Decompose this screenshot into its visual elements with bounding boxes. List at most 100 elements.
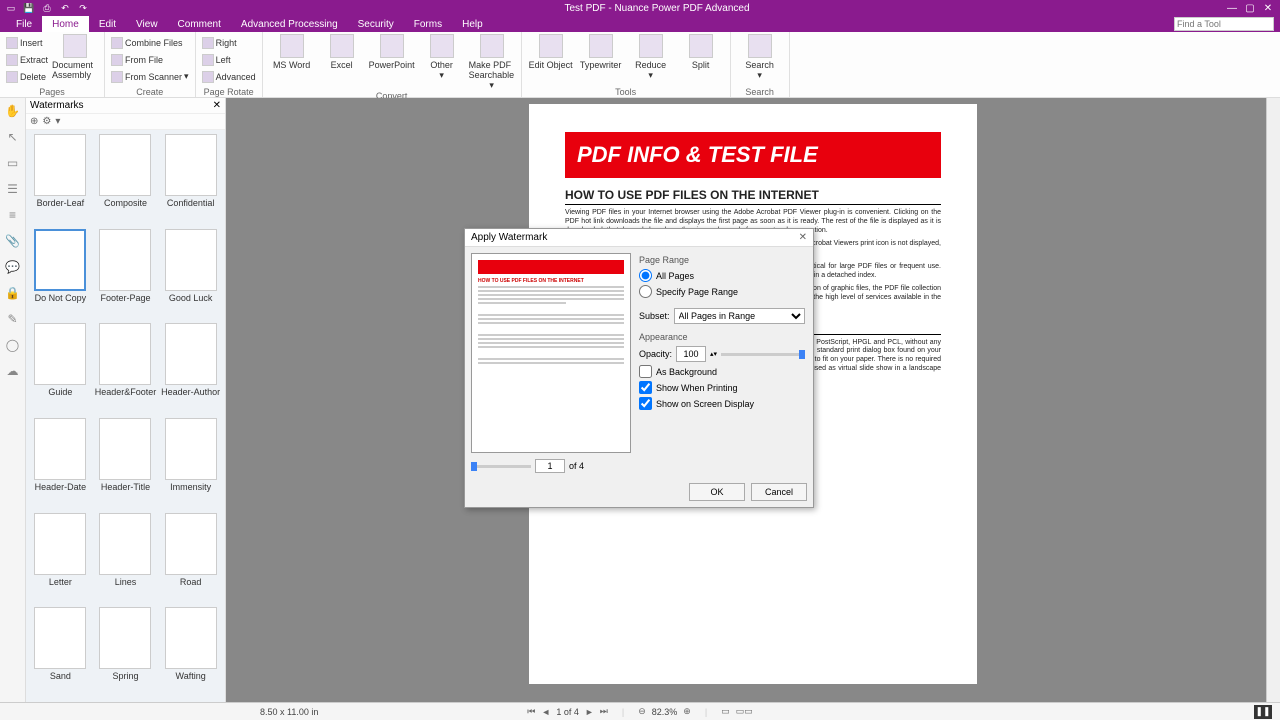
watermark-item[interactable]: Header-Title (95, 418, 157, 509)
save-icon[interactable]: 💾 (22, 1, 36, 15)
watermark-item[interactable]: Footer-Page (95, 229, 157, 320)
tab-forms[interactable]: Forms (404, 16, 452, 32)
appearance-label: Appearance (639, 332, 805, 342)
undo-icon[interactable]: ↶ (58, 1, 72, 15)
rotate-right-button[interactable]: Right (202, 34, 256, 51)
insert-button[interactable]: Insert (6, 34, 48, 51)
minimize-icon[interactable]: — (1224, 1, 1240, 15)
watermark-item[interactable]: Immensity (160, 418, 221, 509)
prev-page-icon[interactable]: ◄ (541, 707, 550, 717)
tab-help[interactable]: Help (452, 16, 493, 32)
next-page-icon[interactable]: ► (585, 707, 594, 717)
attach-icon[interactable]: 📎 (4, 232, 22, 250)
group-label: Page Rotate (202, 87, 256, 97)
rotate-left-button[interactable]: Left (202, 51, 256, 68)
specify-range-radio[interactable] (639, 285, 652, 298)
chevron-down-icon[interactable]: ▾ (55, 116, 60, 127)
zoom-out-icon[interactable]: ⊖ (638, 706, 646, 717)
first-page-icon[interactable]: ⏮ (527, 706, 535, 717)
watermark-item[interactable]: Do Not Copy (30, 229, 91, 320)
from-file-button[interactable]: From File (111, 51, 189, 68)
zoom-in-icon[interactable]: ⊕ (683, 706, 691, 717)
signature-icon[interactable]: ✎ (4, 310, 22, 328)
tab-advanced[interactable]: Advanced Processing (231, 16, 348, 32)
watermark-item[interactable]: Spring (95, 607, 157, 698)
searchable-button[interactable]: Make PDF Searchable ▾ (469, 34, 515, 91)
tab-home[interactable]: Home (42, 16, 89, 32)
show-screen-checkbox[interactable] (639, 397, 652, 410)
other-button[interactable]: Other ▾ (419, 34, 465, 81)
reduce-button[interactable]: Reduce ▾ (628, 34, 674, 81)
layers-icon[interactable]: ◯ (4, 336, 22, 354)
watermark-item[interactable]: Border-Leaf (30, 134, 91, 225)
comment-icon[interactable]: 💬 (4, 258, 22, 276)
panel-close-icon[interactable]: ✕ (213, 100, 221, 111)
opacity-input[interactable] (676, 346, 706, 362)
last-page-icon[interactable]: ⏭ (600, 706, 608, 717)
rotate-advanced-button[interactable]: Advanced (202, 68, 256, 85)
view-mode-icon[interactable]: ▭▭ (736, 706, 753, 717)
arrow-icon[interactable]: ↖ (4, 128, 22, 146)
view-mode-icon[interactable]: ▭ (721, 706, 730, 717)
watermark-item[interactable]: Header&Footer (95, 323, 157, 414)
watermark-item[interactable]: Wafting (160, 607, 221, 698)
redo-icon[interactable]: ↷ (76, 1, 90, 15)
tab-view[interactable]: View (126, 16, 168, 32)
split-button[interactable]: Split (678, 34, 724, 70)
tab-edit[interactable]: Edit (89, 16, 126, 32)
extract-button[interactable]: Extract (6, 51, 48, 68)
preview-page-input[interactable] (535, 459, 565, 473)
tab-security[interactable]: Security (348, 16, 404, 32)
gear-icon[interactable]: ⚙ (42, 116, 51, 127)
vertical-scrollbar[interactable] (1266, 98, 1280, 702)
typewriter-button[interactable]: Typewriter (578, 34, 624, 70)
cancel-button[interactable]: Cancel (751, 483, 807, 501)
opacity-slider[interactable] (721, 353, 805, 356)
cloud-icon[interactable]: ☁ (4, 362, 22, 380)
watermark-item[interactable]: Road (160, 513, 221, 604)
left-toolbar: ✋ ↖ ▭ ☰ ≡ 📎 💬 🔒 ✎ ◯ ☁ (0, 98, 26, 702)
watermark-item[interactable]: Composite (95, 134, 157, 225)
maximize-icon[interactable]: ▢ (1242, 1, 1258, 15)
edit-object-button[interactable]: Edit Object (528, 34, 574, 70)
from-scanner-button[interactable]: From Scanner ▾ (111, 68, 189, 85)
find-input[interactable] (1174, 17, 1274, 31)
lock-icon[interactable]: 🔒 (4, 284, 22, 302)
combine-files-button[interactable]: Combine Files (111, 34, 189, 51)
subset-select[interactable]: All Pages in Range (674, 308, 805, 324)
delete-button[interactable]: Delete (6, 68, 48, 85)
subset-label: Subset: (639, 311, 670, 321)
watermark-item[interactable]: Confidential (160, 134, 221, 225)
watermark-item[interactable]: Guide (30, 323, 91, 414)
list-icon[interactable]: ≡ (4, 206, 22, 224)
show-printing-checkbox[interactable] (639, 381, 652, 394)
watermark-item[interactable]: Sand (30, 607, 91, 698)
close-icon[interactable]: ✕ (1260, 1, 1276, 15)
ms-word-button[interactable]: MS Word (269, 34, 315, 70)
bookmark-icon[interactable]: ☰ (4, 180, 22, 198)
add-icon[interactable]: ⊕ (30, 116, 38, 127)
search-button[interactable]: Search ▾ (737, 34, 783, 81)
excel-button[interactable]: Excel (319, 34, 365, 70)
page-icon[interactable]: ▭ (4, 154, 22, 172)
tab-file[interactable]: File (6, 16, 42, 32)
open-icon[interactable]: ▭ (4, 1, 18, 15)
ok-button[interactable]: OK (689, 483, 745, 501)
all-pages-radio[interactable] (639, 269, 652, 282)
tab-comment[interactable]: Comment (168, 16, 231, 32)
watermark-item[interactable]: Header-Date (30, 418, 91, 509)
dialog-close-icon[interactable]: ✕ (799, 232, 807, 243)
pause-icon[interactable]: ❚❚ (1254, 705, 1272, 719)
print-icon[interactable]: ⎙ (40, 1, 54, 15)
hand-icon[interactable]: ✋ (4, 102, 22, 120)
watermark-item[interactable]: Lines (95, 513, 157, 604)
watermark-item[interactable]: Good Luck (160, 229, 221, 320)
watermark-item[interactable]: Letter (30, 513, 91, 604)
page-range-label: Page Range (639, 255, 805, 265)
group-label: Search (737, 87, 783, 97)
document-assembly-button[interactable]: Document Assembly (52, 34, 98, 80)
panel-title: Watermarks (30, 100, 84, 111)
watermark-item[interactable]: Header-Author (160, 323, 221, 414)
as-background-checkbox[interactable] (639, 365, 652, 378)
powerpoint-button[interactable]: PowerPoint (369, 34, 415, 70)
